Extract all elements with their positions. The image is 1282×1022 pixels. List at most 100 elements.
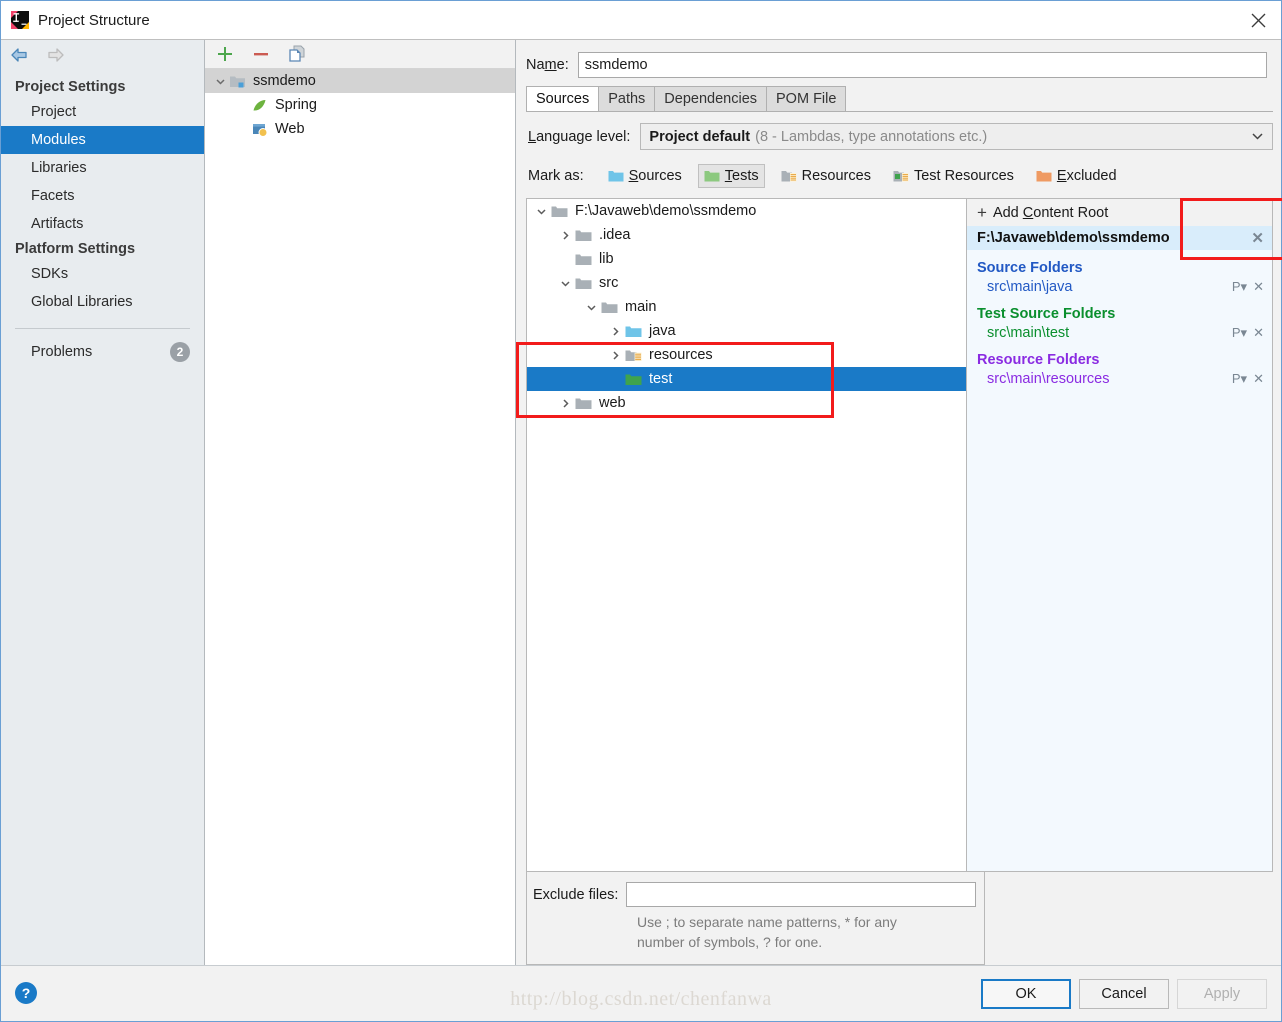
sidebar-group-project-settings: Project Settings [15, 79, 126, 95]
close-icon[interactable]: ✕ [1251, 229, 1264, 247]
module-tree-row-spring[interactable]: Spring [205, 93, 515, 117]
mark-as-sources-button[interactable]: Sources [602, 164, 688, 188]
source-tree-row-idea[interactable]: .idea [527, 223, 966, 247]
apply-button[interactable]: Apply [1177, 978, 1267, 1009]
source-tree-row-main[interactable]: main [527, 295, 966, 319]
properties-icon[interactable]: P▾ [1232, 279, 1247, 295]
source-folder-actions: P▾ ✕ [1232, 279, 1264, 295]
sources-tab-panel: Language level: Project default (8 - Lam… [526, 111, 1273, 965]
spring-leaf-icon [251, 97, 268, 114]
sidebar-item-facets[interactable]: Facets [1, 182, 204, 210]
mark-as-resources-button[interactable]: Resources [775, 164, 877, 188]
source-tree-row-web[interactable]: web [527, 391, 966, 415]
sidebar-item-modules[interactable]: Modules [1, 126, 204, 154]
exclude-files-input[interactable] [626, 882, 976, 907]
module-name-input[interactable] [577, 52, 1267, 78]
mark-as-excluded-button[interactable]: Excluded [1030, 164, 1123, 188]
cancel-button[interactable]: Cancel [1079, 978, 1169, 1009]
tab-pom-file[interactable]: POM File [766, 86, 847, 111]
resource-folder-row[interactable]: src\main\resources P▾ ✕ [967, 370, 1272, 388]
source-tree-row-src[interactable]: src [527, 271, 966, 295]
add-content-root-button[interactable]: + Add Content Root [967, 199, 1272, 226]
properties-icon[interactable]: P▾ [1232, 325, 1247, 341]
tab-dependencies[interactable]: Dependencies [654, 86, 768, 111]
module-toolbar [205, 40, 515, 69]
close-icon[interactable] [1235, 1, 1281, 39]
source-tree-row-content-root[interactable]: F:\Javaweb\demo\ssmdemo [527, 199, 966, 223]
sidebar-divider [15, 328, 190, 329]
language-level-label: Language level: [528, 128, 631, 145]
chevron-down-icon[interactable] [531, 206, 551, 217]
source-tree-row-test[interactable]: test [527, 367, 966, 391]
mark-as-label: Mark as: [528, 168, 584, 184]
folder-sources-icon [608, 169, 624, 183]
sidebar-item-sdks[interactable]: SDKs [1, 260, 204, 288]
source-tree-row-lib[interactable]: lib [527, 247, 966, 271]
content-root-path: F:\Javaweb\demo\ssmdemo [977, 230, 1170, 246]
close-icon[interactable]: ✕ [1253, 279, 1264, 295]
sidebar-group-platform-settings: Platform Settings [15, 241, 136, 257]
folder-icon [575, 228, 592, 243]
sidebar-item-global-libraries[interactable]: Global Libraries [1, 288, 204, 316]
test-source-folder-path: src\main\test [987, 325, 1070, 341]
close-icon[interactable]: ✕ [1253, 371, 1264, 387]
module-tree-row-ssmdemo[interactable]: ssmdemo [205, 69, 515, 93]
source-tree-label: F:\Javaweb\demo\ssmdemo [575, 203, 757, 219]
chevron-right-icon[interactable] [555, 398, 575, 409]
mark-as-excluded-label: Excluded [1056, 168, 1117, 184]
chevron-right-icon[interactable] [605, 326, 625, 337]
chevron-down-icon[interactable] [555, 278, 575, 289]
dialog-footer: http://blog.csdn.net/chenfanwa OK Cancel… [1, 965, 1281, 1021]
chevron-right-icon[interactable] [605, 350, 625, 361]
tab-sources[interactable]: Sources [526, 86, 600, 111]
module-tree: ssmdemo Spring Web [205, 69, 515, 141]
copy-icon[interactable] [287, 44, 307, 64]
navigation-arrows [1, 40, 204, 69]
sidebar-item-libraries[interactable]: Libraries [1, 154, 204, 182]
source-tree-label: java [649, 323, 676, 339]
folder-test-resources-icon [893, 169, 909, 183]
plus-icon[interactable] [215, 44, 235, 64]
sidebar-item-artifacts[interactable]: Artifacts [1, 210, 204, 238]
module-name-row: Name: [516, 40, 1281, 86]
help-button[interactable]: ? [15, 982, 37, 1004]
resource-folder-actions: P▾ ✕ [1232, 371, 1264, 387]
source-tree-label: lib [599, 251, 614, 267]
mark-as-test-resources-button[interactable]: Test Resources [887, 164, 1020, 188]
source-folder-row[interactable]: src\main\java P▾ ✕ [967, 278, 1272, 296]
mark-as-tests-label: Tests [724, 168, 759, 184]
close-icon[interactable]: ✕ [1253, 325, 1264, 341]
sidebar-item-project[interactable]: Project [1, 98, 204, 126]
exclude-files-label: Exclude files: [533, 886, 619, 903]
tab-paths[interactable]: Paths [598, 86, 656, 111]
arrow-left-icon[interactable] [9, 46, 31, 64]
chevron-right-icon[interactable] [555, 230, 575, 241]
source-tree-row-java[interactable]: java [527, 319, 966, 343]
source-tree-label: test [649, 371, 673, 387]
settings-sidebar: Project Settings Project Modules Librari… [1, 40, 205, 965]
arrow-right-icon[interactable] [44, 46, 66, 64]
source-tree-row-resources[interactable]: resources [527, 343, 966, 367]
language-level-detail: (8 - Lambdas, type annotations etc.) [755, 128, 988, 145]
module-tree-row-web[interactable]: Web [205, 117, 515, 141]
exclude-files-row: Exclude files: [529, 882, 984, 907]
chevron-down-icon[interactable] [581, 302, 601, 313]
test-source-folders-title: Test Source Folders [977, 306, 1116, 322]
folder-tests-icon [625, 372, 642, 387]
properties-icon[interactable]: P▾ [1232, 371, 1247, 387]
chevron-down-icon[interactable] [211, 76, 229, 87]
folder-icon [551, 204, 568, 219]
ok-button[interactable]: OK [981, 978, 1071, 1009]
mark-as-sources-label: Sources [628, 168, 682, 184]
minus-icon[interactable] [251, 44, 271, 64]
exclude-files-hint: Use ; to separate name patterns, * for a… [637, 914, 897, 950]
resource-folders-group: Resource Folders src\main\resources P▾ ✕ [967, 342, 1272, 388]
module-tree-label: ssmdemo [253, 73, 316, 89]
language-level-select[interactable]: Project default (8 - Lambdas, type annot… [640, 123, 1273, 150]
test-source-folder-row[interactable]: src\main\test P▾ ✕ [967, 324, 1272, 342]
mark-as-tests-button[interactable]: Tests [697, 164, 765, 188]
folder-resources-icon [781, 169, 797, 183]
mark-as-row: Mark as: Sources Tests Resources Test Re… [526, 150, 1273, 198]
add-content-root-label: Add Content Root [992, 204, 1109, 221]
sidebar-item-problems[interactable]: Problems 2 [1, 339, 204, 365]
